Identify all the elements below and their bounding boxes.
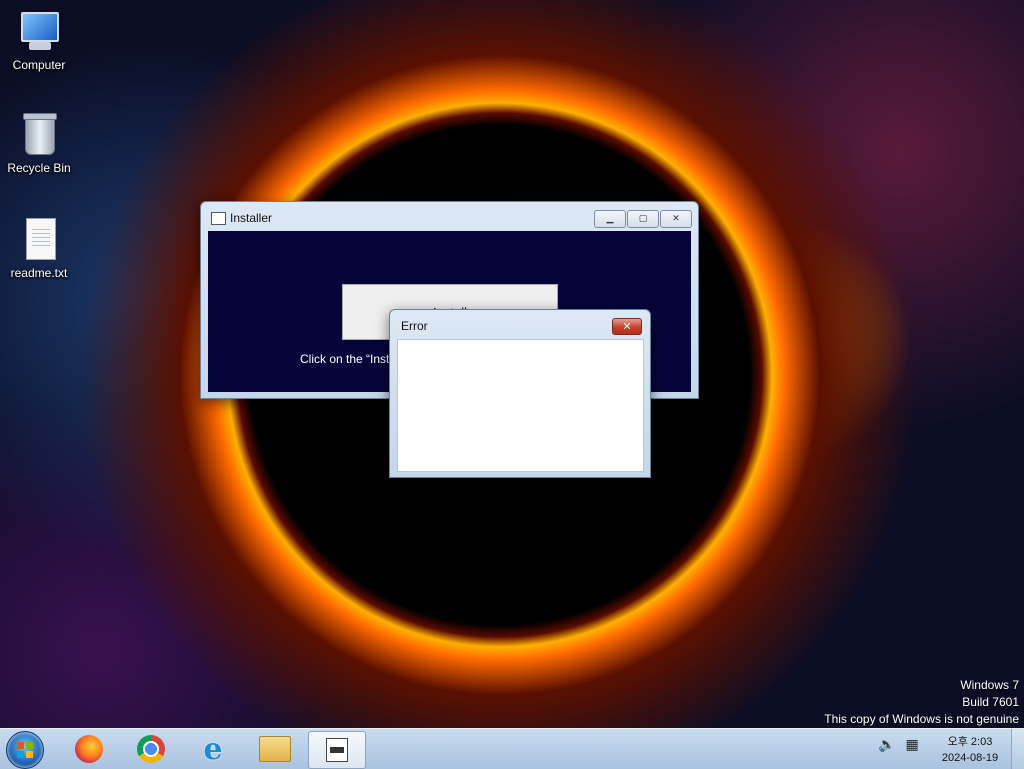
desktop-icon-recycle-bin[interactable]: Recycle Bin [1,113,77,175]
watermark-build: Build 7601 [962,695,1019,709]
taskbar: e 🔈 ▦ 오후 2:03 2024-08-19 [0,728,1024,769]
windows-watermark: Windows 7 Build 7601 This copy of Window… [824,677,1019,728]
clock[interactable]: 오후 2:03 2024-08-19 [930,734,1010,766]
taskbar-internet-explorer[interactable]: e [185,731,241,767]
text-file-icon [17,218,61,262]
internet-explorer-icon: e [203,731,223,767]
computer-icon [17,10,61,54]
taskbar-installer[interactable] [308,731,366,769]
taskbar-file-explorer[interactable] [247,731,303,767]
maximize-button[interactable]: ▢ [627,210,659,228]
recycle-bin-icon [17,113,61,157]
watermark-genuine-notice: This copy of Windows is not genuine [824,712,1019,726]
show-desktop-button[interactable] [1011,729,1024,769]
error-message-area [397,339,644,472]
volume-icon[interactable]: 🔈 [878,737,895,753]
file-explorer-icon [259,736,291,762]
minimize-button[interactable]: ▁ [594,210,626,228]
installer-titlebar[interactable]: Installer ▁ ▢ ✕ [201,202,698,230]
error-titlebar[interactable]: Error ✕ [390,310,650,338]
desktop-icon-label: Recycle Bin [7,161,71,175]
chrome-icon [137,735,165,763]
system-tray: 🔈 ▦ [878,737,919,753]
maximize-icon: ▢ [638,214,648,224]
taskbar-firefox[interactable] [61,731,117,767]
watermark-os: Windows 7 [960,678,1019,692]
desktop-icon-computer[interactable]: Computer [1,10,77,72]
close-button[interactable]: ✕ [660,210,692,228]
error-close-button[interactable]: ✕ [612,318,642,335]
firefox-icon [75,735,103,763]
installer-app-icon [326,738,348,762]
install-instructions: Click on the “Inst [300,352,390,366]
desktop-icon-label: Computer [12,58,66,72]
taskbar-chrome[interactable] [123,731,179,767]
minimize-icon: ▁ [606,214,614,224]
close-icon: ✕ [672,214,680,224]
windows-logo-icon [17,742,33,758]
desktop-icon-label: readme.txt [10,266,68,280]
desktop-icon-readme[interactable]: readme.txt [1,218,77,280]
start-button[interactable] [6,731,44,769]
error-title: Error [401,319,428,333]
network-icon[interactable]: ▦ [905,737,918,753]
close-icon: ✕ [622,320,632,333]
installer-app-icon [211,212,226,225]
error-dialog: Error ✕ [389,309,651,478]
installer-title: Installer [230,211,273,225]
clock-date: 2024-08-19 [941,752,999,764]
clock-time: 오후 2:03 [947,736,993,748]
